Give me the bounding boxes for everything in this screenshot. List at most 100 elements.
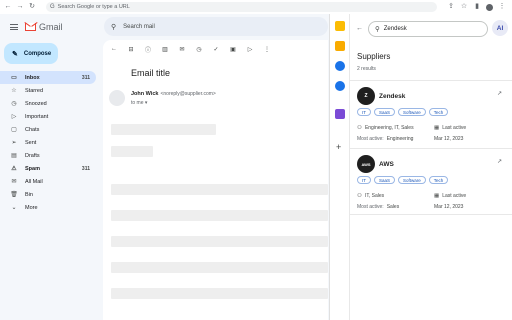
- recipient-label: to me: [131, 100, 144, 106]
- chevron-down-icon: ⌄: [11, 205, 17, 211]
- keep-icon[interactable]: [335, 41, 345, 51]
- profile-avatar[interactable]: [486, 3, 493, 11]
- sidebar-item-spam[interactable]: ⚠ Spam 311: [0, 162, 96, 175]
- sidebar-item-drafts[interactable]: ▤ Drafts: [0, 149, 96, 162]
- bookmark-star-icon[interactable]: ☆: [460, 2, 468, 12]
- browser-menu-icon[interactable]: ⋮: [498, 2, 506, 12]
- sidebar-item-all-mail[interactable]: ✉ All Mail: [0, 175, 96, 188]
- supplier-search-row: ← ⚲ Zendesk: [356, 20, 488, 37]
- supplier-search-value: Zendesk: [383, 25, 407, 32]
- sidebar-item-label: Snoozed: [25, 100, 47, 107]
- tag-list: IT SaaS Software Tech: [357, 176, 449, 184]
- most-active-value: Sales: [386, 204, 400, 210]
- most-active-label: Most active:: [357, 204, 384, 210]
- label-icon[interactable]: ▷: [245, 46, 255, 53]
- supplier-card[interactable]: Z Zendesk ↗ IT SaaS Software Tech ⚇ Engi…: [350, 80, 512, 147]
- supplier-search-input[interactable]: ⚲ Zendesk: [368, 20, 488, 37]
- gmail-logo[interactable]: Gmail: [25, 22, 63, 32]
- reload-icon[interactable]: ↻: [28, 2, 36, 12]
- mail-search-bar[interactable]: ⚲ Search mail: [104, 17, 328, 36]
- archive-icon[interactable]: ⊟: [126, 46, 136, 53]
- placeholder-line: [111, 124, 216, 135]
- tag: Tech: [428, 176, 449, 184]
- sidebar-item-important[interactable]: ▷ Important: [0, 110, 96, 123]
- extension-icon-strip: +: [329, 14, 349, 320]
- side-panel-icon[interactable]: ▮: [473, 2, 481, 12]
- search-icon: ⚲: [111, 23, 117, 31]
- sidebar-item-inbox[interactable]: ▭ Inbox 311: [0, 71, 96, 84]
- share-icon[interactable]: ⇪: [447, 2, 455, 12]
- placeholder-line: [111, 146, 153, 157]
- sidebar-item-bin[interactable]: 🗑 Bin: [0, 188, 96, 201]
- snooze-icon[interactable]: ◷: [194, 46, 204, 53]
- draft-icon: ▤: [11, 153, 17, 159]
- tasks-icon[interactable]: [335, 61, 345, 71]
- mail-icon: ✉: [11, 179, 17, 185]
- supplier-app-icon[interactable]: [335, 109, 345, 119]
- supplier-card[interactable]: AWS AWS ↗ IT SaaS Software Tech ⚇ IT, Sa…: [350, 148, 512, 215]
- open-external-icon[interactable]: ↗: [497, 90, 505, 98]
- departments-text: IT, Sales: [364, 193, 385, 199]
- gmail-wordmark: Gmail: [39, 22, 63, 32]
- calendar-icon[interactable]: [335, 21, 345, 31]
- back-icon[interactable]: ←: [109, 46, 119, 52]
- tag: Software: [398, 108, 426, 116]
- date: Mar 12, 2023: [434, 204, 464, 210]
- sidebar-item-more[interactable]: ⌄ More: [0, 201, 96, 214]
- mark-unread-icon[interactable]: ✉: [177, 46, 187, 53]
- contacts-icon[interactable]: [335, 81, 345, 91]
- panel-title: Suppliers: [357, 52, 391, 61]
- add-task-icon[interactable]: ✓: [211, 46, 221, 53]
- report-spam-icon[interactable]: ⓘ: [143, 45, 153, 54]
- email-toolbar: ← ⊟ ⓘ ▥ ✉ ◷ ✓ ▣ ▷ ⋮: [103, 40, 328, 58]
- open-external-icon[interactable]: ↗: [497, 158, 505, 166]
- important-icon: ▷: [11, 114, 17, 120]
- send-icon: ➢: [11, 140, 17, 146]
- placeholder-line: [111, 210, 328, 221]
- browser-toolbar: ← → ↻ G Search Google or type a URL ⇪ ☆ …: [0, 0, 512, 14]
- sidebar-item-snoozed[interactable]: ◷ Snoozed: [0, 97, 96, 110]
- calendar-icon: ▦: [434, 125, 440, 131]
- tag: Tech: [428, 108, 449, 116]
- tag: Software: [398, 176, 426, 184]
- email-subject: Email title: [131, 68, 171, 78]
- recipient-line[interactable]: to me ▾: [131, 100, 147, 106]
- tag: SaaS: [374, 176, 396, 184]
- sidebar-item-sent[interactable]: ➢ Sent: [0, 136, 96, 149]
- compose-button[interactable]: ✎ Compose: [4, 43, 58, 64]
- more-icon[interactable]: ⋮: [262, 46, 272, 53]
- sidebar-item-chats[interactable]: ▢ Chats: [0, 123, 96, 136]
- status: ▦ Last active: [434, 125, 466, 131]
- tag: IT: [357, 176, 371, 184]
- sidebar-item-starred[interactable]: ☆ Starred: [0, 84, 96, 97]
- back-arrow-icon[interactable]: ←: [4, 2, 12, 12]
- status-text: Last active: [442, 125, 467, 131]
- sidebar-item-label: More: [25, 204, 38, 211]
- back-arrow-icon[interactable]: ←: [356, 25, 363, 32]
- sender-email: <noreply@supplier.com>: [160, 91, 216, 97]
- results-count: 2 results: [357, 66, 376, 72]
- placeholder-line: [111, 288, 328, 299]
- gmail-m-icon: [25, 23, 36, 31]
- compose-label: Compose: [23, 50, 52, 57]
- people-icon: ⚇: [357, 125, 362, 131]
- aws-logo: AWS: [357, 155, 375, 173]
- hamburger-menu-icon[interactable]: [10, 24, 18, 30]
- sidebar-item-label: Inbox: [25, 74, 40, 81]
- move-to-icon[interactable]: ▣: [228, 46, 238, 53]
- sidebar-item-count: 311: [81, 165, 90, 172]
- email-view: ← ⊟ ⓘ ▥ ✉ ◷ ✓ ▣ ▷ ⋮ Email title John Wic…: [103, 40, 328, 320]
- sidebar-item-label: Bin: [25, 191, 33, 198]
- sidebar-item-count: 311: [81, 74, 90, 81]
- address-bar[interactable]: G Search Google or type a URL: [46, 2, 437, 12]
- caret-down-icon: ▾: [144, 100, 148, 106]
- sender-line: John Wick <noreply@supplier.com>: [131, 91, 216, 97]
- add-icon[interactable]: +: [336, 142, 341, 152]
- forward-arrow-icon[interactable]: →: [16, 2, 24, 12]
- people-icon: ⚇: [357, 193, 362, 199]
- ai-button[interactable]: AI: [492, 20, 508, 36]
- tag-list: IT SaaS Software Tech: [357, 108, 449, 116]
- most-active: Most active: Sales: [357, 204, 399, 210]
- delete-icon[interactable]: ▥: [160, 46, 170, 53]
- sidebar-item-label: Sent: [25, 139, 37, 146]
